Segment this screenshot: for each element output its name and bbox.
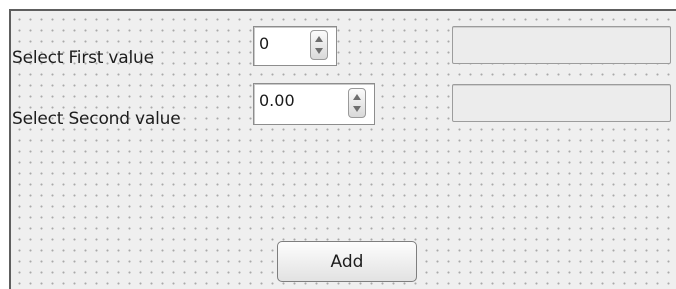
decrement-arrow-icon[interactable] [353, 106, 361, 112]
designer-canvas: Select First value Select Second value 0… [0, 0, 676, 289]
first-value-stepper[interactable] [310, 30, 328, 60]
second-value-spinbox[interactable]: 0.00 [253, 83, 375, 125]
first-value-spinbox-text[interactable]: 0 [259, 34, 269, 53]
second-result-field [452, 84, 671, 122]
add-button[interactable]: Add [277, 241, 417, 282]
first-result-field [452, 26, 671, 64]
increment-arrow-icon[interactable] [315, 36, 323, 42]
first-value-spinbox[interactable]: 0 [253, 26, 337, 66]
first-value-label: Select First value [12, 48, 154, 68]
second-value-spinbox-text[interactable]: 0.00 [259, 91, 295, 110]
second-value-stepper[interactable] [348, 88, 366, 118]
second-value-label: Select Second value [12, 109, 181, 129]
decrement-arrow-icon[interactable] [315, 48, 323, 54]
increment-arrow-icon[interactable] [353, 94, 361, 100]
